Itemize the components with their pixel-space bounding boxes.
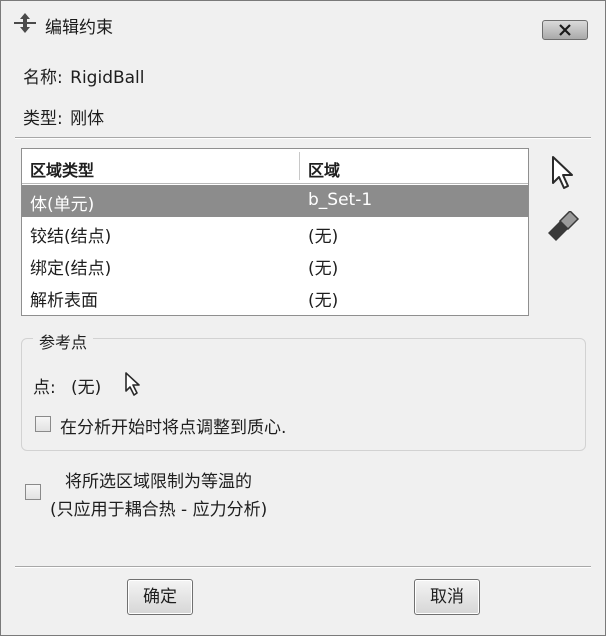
row-region-type: 体(单元) bbox=[30, 195, 95, 215]
type-label: 类型: bbox=[23, 109, 63, 129]
table-row[interactable]: 解析表面 (无) bbox=[22, 281, 528, 313]
constraint-arrows-icon bbox=[13, 12, 37, 34]
adjust-to-centroid-checkbox[interactable] bbox=[35, 416, 51, 432]
cancel-button[interactable]: 取消 bbox=[414, 579, 480, 615]
row-region: (无) bbox=[308, 227, 339, 247]
isothermal-label-line1: 将所选区域限制为等温的 bbox=[65, 472, 252, 492]
table-header: 区域类型 区域 bbox=[22, 149, 528, 184]
type-value: 刚体 bbox=[70, 109, 105, 129]
region-table[interactable]: 区域类型 区域 体(单元) b_Set-1 铰结(结点) (无) 绑定(结点) … bbox=[21, 148, 529, 316]
table-row[interactable]: 铰结(结点) (无) bbox=[22, 217, 528, 249]
ok-button[interactable]: 确定 bbox=[127, 579, 193, 615]
separator bbox=[15, 137, 591, 139]
table-row[interactable]: 绑定(结点) (无) bbox=[22, 249, 528, 281]
title-bar[interactable]: 编辑约束 bbox=[1, 1, 605, 45]
row-region-type: 绑定(结点) bbox=[30, 259, 112, 279]
column-header-region-type[interactable]: 区域类型 bbox=[30, 157, 94, 181]
edit-constraint-dialog: 编辑约束 名称: RigidBall 类型: 刚体 区域类型 区域 体(单元) … bbox=[0, 0, 606, 636]
reference-point-title: 参考点 bbox=[33, 329, 94, 353]
point-label: 点: bbox=[33, 378, 56, 398]
row-region: (无) bbox=[308, 259, 339, 279]
adjust-to-centroid-label: 在分析开始时将点调整到质心. bbox=[60, 418, 287, 438]
row-region: b_Set-1 bbox=[308, 190, 373, 210]
dialog-title: 编辑约束 bbox=[45, 18, 113, 38]
row-region-type: 铰结(结点) bbox=[30, 227, 112, 247]
pointer-arrow-icon[interactable] bbox=[549, 155, 579, 195]
table-row[interactable]: 体(单元) b_Set-1 bbox=[22, 185, 528, 217]
column-divider bbox=[299, 152, 300, 180]
pointer-arrow-icon[interactable] bbox=[123, 371, 143, 401]
eraser-icon[interactable] bbox=[544, 209, 580, 245]
isothermal-checkbox[interactable] bbox=[25, 484, 41, 500]
name-row: 名称: RigidBall bbox=[23, 63, 145, 88]
row-region-type: 解析表面 bbox=[30, 291, 98, 311]
column-header-region[interactable]: 区域 bbox=[308, 157, 340, 181]
close-icon bbox=[559, 24, 571, 36]
name-value: RigidBall bbox=[70, 68, 145, 88]
isothermal-label-line2: (只应用于耦合热 - 应力分析) bbox=[50, 500, 268, 520]
name-label: 名称: bbox=[23, 68, 63, 88]
row-region: (无) bbox=[308, 291, 339, 311]
separator bbox=[15, 566, 591, 568]
close-button[interactable] bbox=[542, 20, 588, 40]
type-row: 类型: 刚体 bbox=[23, 104, 104, 129]
point-value: (无) bbox=[71, 378, 102, 398]
